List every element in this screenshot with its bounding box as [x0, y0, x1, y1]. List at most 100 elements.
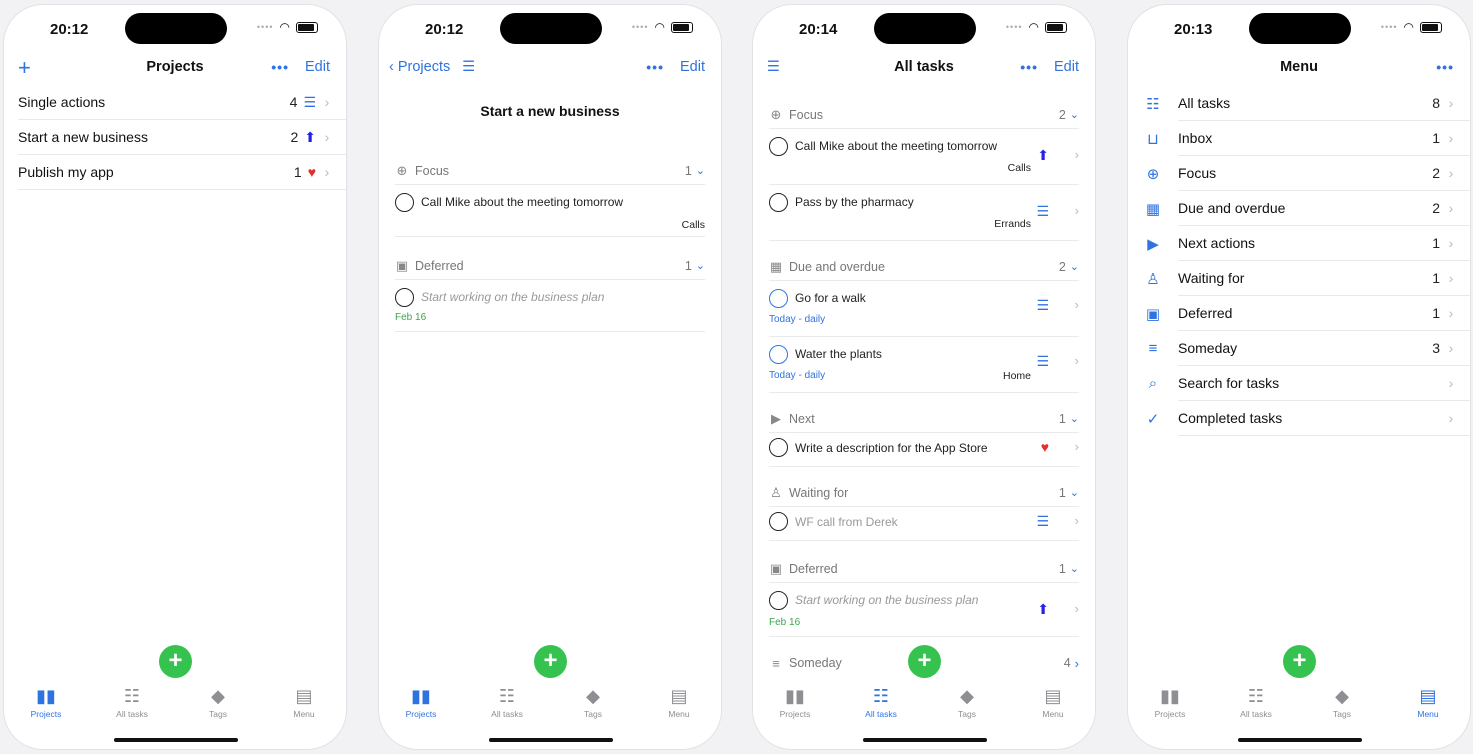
wifi-icon: ◠	[1403, 20, 1414, 34]
tab-tags[interactable]: ◆ Tags	[932, 685, 1002, 719]
tab-label: Projects	[1154, 709, 1186, 719]
task-row[interactable]: Start working on the business plan Feb 1…	[769, 583, 1079, 637]
more-button[interactable]: •••	[271, 59, 289, 75]
task-row[interactable]: Go for a walk Today - daily ☰ ›	[769, 281, 1079, 337]
status-icons: •••• ◠	[257, 20, 318, 34]
more-button[interactable]: •••	[646, 59, 664, 75]
task-title: Start working on the business plan	[421, 290, 605, 304]
menu-count: 1	[1432, 130, 1440, 146]
list-icon: ☰	[1036, 353, 1049, 369]
menu-count: 1	[1432, 305, 1440, 321]
chevron-right-icon: ›	[1074, 203, 1079, 218]
section-waiting-for[interactable]: ♙ Waiting for 1 ⌄	[769, 479, 1079, 507]
add-task-fab[interactable]: +	[534, 645, 567, 678]
more-button[interactable]: •••	[1020, 59, 1038, 75]
dynamic-island	[1249, 13, 1351, 44]
more-button[interactable]: •••	[1436, 59, 1454, 75]
task-checkbox[interactable]	[395, 288, 414, 307]
tab-menu[interactable]: ▤ Menu	[1393, 685, 1463, 719]
tab-label: All tasks	[116, 709, 148, 719]
task-row[interactable]: Water the plants Today - daily Home ☰ ›	[769, 337, 1079, 393]
section-deferred[interactable]: ▣ Deferred 1 ⌄	[769, 555, 1079, 583]
add-task-fab[interactable]: +	[159, 645, 192, 678]
tab-projects[interactable]: ▮▮ Projects	[760, 685, 830, 719]
list-view-icon[interactable]: ☰	[462, 59, 475, 75]
dynamic-island	[874, 13, 976, 44]
tab-all-tasks[interactable]: ☷ All tasks	[472, 685, 542, 719]
tab-all-tasks[interactable]: ☷ All tasks	[1221, 685, 1291, 719]
tab-menu[interactable]: ▤ Menu	[269, 685, 339, 719]
menu-item-completed[interactable]: ✓ Completed tasks ›	[1142, 401, 1470, 436]
tab-projects[interactable]: ▮▮ Projects	[386, 685, 456, 719]
chevron-right-icon: ›	[1074, 297, 1079, 312]
tab-menu[interactable]: ▤ Menu	[1018, 685, 1088, 719]
back-button[interactable]: ‹ Projects	[389, 59, 450, 75]
task-checkbox[interactable]	[769, 193, 788, 212]
chevron-right-icon: ›	[324, 164, 330, 180]
chevron-right-icon: ›	[1074, 601, 1079, 616]
tab-tags[interactable]: ◆ Tags	[183, 685, 253, 719]
task-checkbox[interactable]	[769, 289, 788, 308]
tab-label: Tags	[958, 709, 976, 719]
task-checkbox[interactable]	[395, 193, 414, 212]
person-clock-icon: ♙	[1146, 270, 1160, 288]
menu-item-due-overdue[interactable]: ▦ Due and overdue 2 ›	[1142, 191, 1470, 226]
tab-projects[interactable]: ▮▮ Projects	[11, 685, 81, 719]
section-due-overdue[interactable]: ▦ Due and overdue 2 ⌄	[769, 253, 1079, 281]
add-task-fab[interactable]: +	[1283, 645, 1316, 678]
section-count: 1	[1058, 561, 1066, 576]
section-deferred[interactable]: ▣ Deferred 1 ⌄	[395, 252, 705, 280]
chevron-right-icon: ›	[1074, 439, 1079, 454]
edit-button[interactable]: Edit	[1054, 59, 1079, 75]
menu-count: 3	[1432, 340, 1440, 356]
signal-icon: ••••	[1005, 22, 1023, 32]
task-row[interactable]: Call Mike about the meeting tomorrow Cal…	[769, 129, 1079, 185]
task-context: Calls	[681, 219, 705, 231]
chevron-right-icon: ›	[1448, 200, 1454, 216]
menu-item-waiting-for[interactable]: ♙ Waiting for 1 ›	[1142, 261, 1470, 296]
signal-icon: ••••	[631, 22, 649, 32]
tab-all-tasks[interactable]: ☷ All tasks	[846, 685, 916, 719]
task-row[interactable]: WF call from Derek ☰ ›	[769, 507, 1079, 541]
edit-button[interactable]: Edit	[680, 59, 705, 75]
task-row[interactable]: Call Mike about the meeting tomorrow Cal…	[395, 185, 705, 237]
task-checkbox[interactable]	[769, 591, 788, 610]
menu-item-inbox[interactable]: ⊔ Inbox 1 ›	[1142, 121, 1470, 156]
task-row[interactable]: Write a description for the App Store ♥ …	[769, 433, 1079, 467]
menu-item-next-actions[interactable]: ▶ Next actions 1 ›	[1142, 226, 1470, 261]
section-focus[interactable]: ⊕ Focus 1 ⌄	[395, 157, 705, 185]
task-row[interactable]: Start working on the business plan Feb 1…	[395, 280, 705, 332]
menu-icon: ▤	[1419, 686, 1437, 706]
tab-projects[interactable]: ▮▮ Projects	[1135, 685, 1205, 719]
add-task-fab[interactable]: +	[908, 645, 941, 678]
menu-item-focus[interactable]: ⊕ Focus 2 ›	[1142, 156, 1470, 191]
menu-item-someday[interactable]: ≡ Someday 3 ›	[1142, 331, 1470, 366]
task-row[interactable]: Pass by the pharmacy Errands ☰ ›	[769, 185, 1079, 241]
section-count: 4	[1063, 656, 1071, 670]
section-focus[interactable]: ⊕ Focus 2 ⌄	[769, 101, 1079, 129]
task-checkbox[interactable]	[769, 512, 788, 531]
menu-label: Completed tasks	[1178, 410, 1283, 426]
tab-tags[interactable]: ◆ Tags	[558, 685, 628, 719]
edit-button[interactable]: Edit	[305, 59, 330, 75]
tab-all-tasks[interactable]: ☷ All tasks	[97, 685, 167, 719]
tab-tags[interactable]: ◆ Tags	[1307, 685, 1377, 719]
section-title: Waiting for	[789, 485, 849, 500]
tab-menu[interactable]: ▤ Menu	[644, 685, 714, 719]
menu-item-search[interactable]: ⌕ Search for tasks ›	[1142, 366, 1470, 401]
section-title: Focus	[789, 107, 824, 122]
menu-item-all-tasks[interactable]: ☷ All tasks 8 ›	[1142, 86, 1470, 121]
status-icons: •••• ◠	[632, 20, 693, 34]
project-row-start-business[interactable]: Start a new business 2 ⬆ ›	[18, 120, 346, 155]
task-checkbox[interactable]	[769, 438, 788, 457]
project-row-single-actions[interactable]: Single actions 4 ☰ ›	[18, 85, 346, 120]
checklist-icon: ☷	[498, 686, 516, 706]
section-next[interactable]: ▶ Next 1 ⌄	[769, 405, 1079, 433]
task-context: Home	[1002, 370, 1031, 382]
task-checkbox[interactable]	[769, 137, 788, 156]
task-checkbox[interactable]	[769, 345, 788, 364]
project-row-publish-app[interactable]: Publish my app 1 ♥ ›	[18, 155, 346, 190]
menu-item-deferred[interactable]: ▣ Deferred 1 ›	[1142, 296, 1470, 331]
list-icon: ☰	[303, 93, 316, 110]
project-title: Start a new business	[480, 103, 620, 119]
